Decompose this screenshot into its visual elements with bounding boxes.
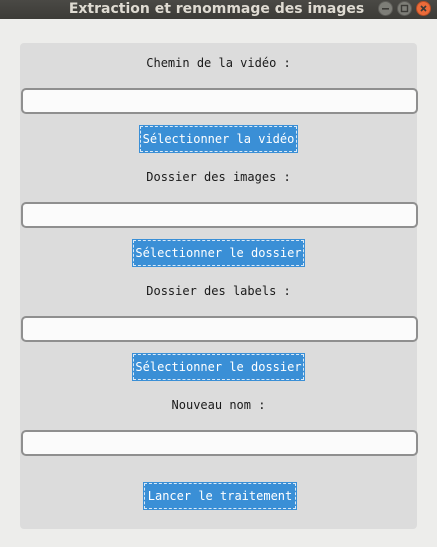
maximize-icon[interactable] [397,1,412,16]
images-folder-input[interactable] [21,202,418,228]
close-icon[interactable] [416,1,431,16]
select-labels-folder-button[interactable]: Sélectionner le dossier [132,353,305,381]
app-window: Extraction et renommage des images Chemi… [0,0,437,547]
video-path-input[interactable] [21,88,418,114]
select-video-button[interactable]: Sélectionner la vidéo [139,125,298,153]
run-processing-button[interactable]: Lancer le traitement [143,482,297,510]
labels-folder-label: Dossier des labels : [146,284,291,298]
title-bar[interactable]: Extraction et renommage des images [0,0,437,19]
video-path-label: Chemin de la vidéo : [146,56,291,70]
window-title: Extraction et renommage des images [68,1,365,17]
labels-folder-input[interactable] [21,316,418,342]
minimize-icon[interactable] [378,1,393,16]
select-images-folder-button[interactable]: Sélectionner le dossier [132,239,305,267]
new-name-label: Nouveau nom : [171,398,266,412]
new-name-input[interactable] [21,430,418,456]
images-folder-label: Dossier des images : [146,170,291,184]
